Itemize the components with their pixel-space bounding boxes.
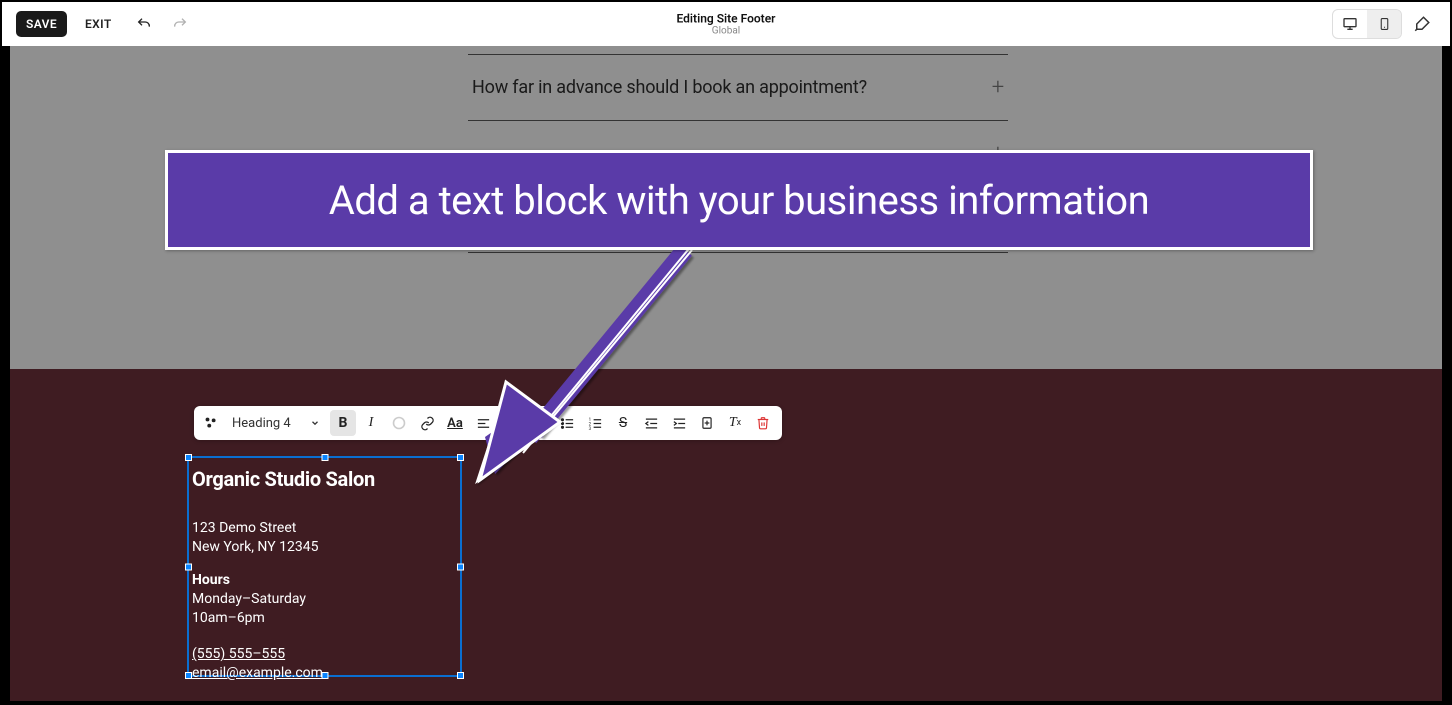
callout-text: Add a text block with your business info… — [329, 177, 1149, 224]
hours-line1: Monday–Saturday — [192, 590, 457, 609]
circle-icon — [392, 416, 406, 430]
instruction-callout: Add a text block with your business info… — [165, 150, 1313, 250]
canvas: How far in advance should I book an appo… — [2, 46, 1450, 702]
accordion-question[interactable]: How far in advance should I book an appo… — [472, 77, 867, 98]
resize-handle-br[interactable] — [457, 672, 464, 679]
hours-line2: 10am–6pm — [192, 609, 457, 628]
styles-button[interactable] — [1408, 10, 1436, 38]
phone-link[interactable]: (555) 555–555 — [192, 646, 285, 662]
desktop-icon — [1342, 16, 1358, 32]
resize-handle-mr[interactable] — [457, 563, 464, 570]
bold-button[interactable]: B — [330, 410, 356, 436]
redo-icon — [172, 16, 188, 32]
undo-icon — [136, 16, 152, 32]
trash-icon — [756, 416, 770, 430]
delete-button[interactable] — [750, 410, 776, 436]
mobile-icon — [1378, 16, 1391, 32]
undo-button[interactable] — [130, 10, 158, 38]
address-line1: 123 Demo Street — [192, 519, 457, 538]
redo-button — [166, 10, 194, 38]
link-button[interactable] — [414, 410, 440, 436]
brush-icon — [1413, 15, 1431, 33]
block-drag-handle[interactable] — [200, 412, 222, 434]
save-button[interactable]: SAVE — [16, 11, 67, 37]
italic-button[interactable]: I — [358, 410, 384, 436]
device-toggle — [1332, 9, 1402, 39]
link-icon — [420, 416, 435, 431]
resize-handle-bl[interactable] — [185, 672, 192, 679]
text-block-selection[interactable]: Organic Studio Salon 123 Demo Street New… — [187, 456, 462, 677]
color-button[interactable] — [386, 410, 412, 436]
device-desktop-button[interactable] — [1333, 10, 1367, 38]
heading-dropdown[interactable]: Heading 4 — [228, 416, 328, 431]
resize-handle-tl[interactable] — [185, 454, 192, 461]
address-line2: New York, NY 12345 — [192, 538, 457, 557]
resize-handle-mt[interactable] — [321, 454, 328, 461]
arrow-annotation — [460, 242, 720, 502]
dots-icon — [204, 416, 218, 430]
text-block-content[interactable]: Organic Studio Salon 123 Demo Street New… — [192, 466, 457, 683]
exit-button[interactable]: EXIT — [75, 11, 122, 37]
heading-label: Heading 4 — [232, 416, 291, 431]
device-mobile-button[interactable] — [1367, 10, 1401, 38]
email-link[interactable]: email@example.com — [192, 665, 323, 681]
business-name: Organic Studio Salon — [192, 466, 457, 493]
clear-format-button[interactable]: Tx — [722, 410, 748, 436]
resize-handle-ml[interactable] — [185, 563, 192, 570]
page-surface: How far in advance should I book an appo… — [10, 46, 1442, 701]
hours-label: Hours — [192, 571, 457, 590]
chevron-down-icon — [310, 418, 320, 428]
expand-icon[interactable]: + — [992, 75, 1004, 100]
